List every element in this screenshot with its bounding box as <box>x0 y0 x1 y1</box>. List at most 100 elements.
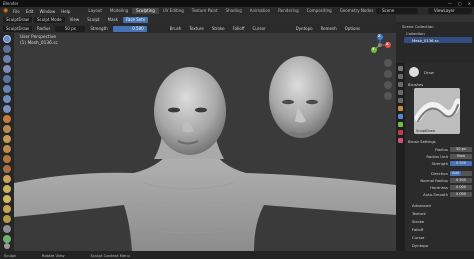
tab-modeling[interactable]: Modeling <box>106 8 132 14</box>
menu-face-sets[interactable]: Face Sets <box>122 16 148 23</box>
brush-name-field[interactable]: SculptDraw <box>3 25 32 32</box>
brush-selector[interactable]: SculptDraw <box>3 16 32 23</box>
brushes-section-header[interactable]: Brushes <box>408 82 423 87</box>
tool-tab-icon[interactable] <box>398 66 403 71</box>
tab-layout[interactable]: Layout <box>84 8 106 14</box>
strength-field[interactable]: 0.500 <box>112 25 147 32</box>
maximize-button[interactable]: ▢ <box>458 1 462 6</box>
collection-item[interactable]: Collection <box>406 31 425 36</box>
view-layer-selector[interactable]: ViewLayer <box>428 8 472 14</box>
draw-sharp-brush-icon[interactable] <box>3 45 11 53</box>
setting-auto-smooth-field[interactable]: 0.000 <box>450 192 472 197</box>
radius-field[interactable]: 50 px <box>55 25 86 32</box>
setting-label-direction: Direction <box>430 171 448 176</box>
dyntopo-toggle[interactable]: Dyntopo <box>293 26 316 32</box>
mask-brush-icon[interactable] <box>3 225 11 233</box>
setting-hardness-field[interactable]: 0.000 <box>450 185 472 190</box>
data-tab-icon[interactable] <box>398 122 403 127</box>
thumb-brush-icon[interactable] <box>3 215 11 223</box>
draw-brush-icon[interactable] <box>3 35 11 43</box>
setting-normal-radius-field[interactable]: 0.500 <box>450 178 472 183</box>
cursor-section-header[interactable]: Cursor <box>412 235 424 240</box>
pinch-brush-icon[interactable] <box>3 175 11 183</box>
mesh-object-item[interactable]: Mesh_0136.sc <box>412 38 439 43</box>
material-tab-icon[interactable] <box>398 130 403 135</box>
smooth-brush-icon[interactable] <box>3 125 11 133</box>
menu-stroke[interactable]: Stroke <box>209 26 228 32</box>
tab-sculpting[interactable]: Sculpting <box>132 8 159 14</box>
menu-texture[interactable]: Texture <box>186 26 207 32</box>
output-tab-icon[interactable] <box>398 82 403 87</box>
sculpt-scene <box>14 34 396 251</box>
scrape-brush-icon[interactable] <box>3 155 11 163</box>
perspective-button-icon[interactable] <box>384 92 392 100</box>
pan-button-icon[interactable] <box>384 70 392 78</box>
flatten-brush-icon[interactable] <box>3 135 11 143</box>
transform-icon[interactable] <box>4 243 10 249</box>
setting-strength-field[interactable]: 0.500 <box>450 161 472 166</box>
setting-label-radius-unit: Radius Unit <box>426 154 448 159</box>
view-layer-tab-icon[interactable] <box>398 90 403 95</box>
setting-direction-subtract[interactable] <box>461 171 472 176</box>
blender-logo-icon[interactable]: ◉ <box>3 8 10 14</box>
remesh-menu[interactable]: Remesh <box>318 26 340 32</box>
menu-edit[interactable]: Edit <box>26 9 34 14</box>
snake-hook-brush-icon[interactable] <box>3 205 11 213</box>
render-tab-icon[interactable] <box>398 74 403 79</box>
scene-selector[interactable]: Scene <box>376 8 418 14</box>
mode-selector[interactable]: Sculpt Mode <box>33 16 65 23</box>
falloff-section-header[interactable]: Falloff <box>412 227 423 232</box>
tab-rendering[interactable]: Rendering <box>274 8 302 14</box>
outliner-panel: Scene Collection Collection Mesh_0136.sc <box>396 15 474 63</box>
tab-geometry-nodes[interactable]: Geometry Nodes <box>336 8 378 14</box>
status-bar: Sculpt Rotate View Sculpt Context Menu <box>0 251 474 259</box>
setting-radius-unit-field[interactable]: View <box>450 154 472 159</box>
menu-view[interactable]: View <box>67 17 83 23</box>
gizmo-x-label: X <box>386 42 389 46</box>
object-tab-icon[interactable] <box>398 106 403 111</box>
close-button[interactable]: ✕ <box>468 1 471 6</box>
blob-brush-icon[interactable] <box>3 105 11 113</box>
tab-animation[interactable]: Animation <box>246 8 274 14</box>
clay-strips-brush-icon[interactable] <box>3 65 11 73</box>
menu-help[interactable]: Help <box>61 9 70 14</box>
advanced-section-header[interactable]: Advanced <box>412 203 431 208</box>
texture-section-header[interactable]: Texture <box>412 211 426 216</box>
tab-uv-editing[interactable]: UV Editing <box>159 8 188 14</box>
scene-tab-icon[interactable] <box>398 98 403 103</box>
clay-thumb-brush-icon[interactable] <box>3 75 11 83</box>
brush-thumbnail[interactable]: SculptDraw <box>414 88 460 134</box>
tab-texture-paint[interactable]: Texture Paint <box>188 8 222 14</box>
multiplane-scrape-brush-icon[interactable] <box>3 165 11 173</box>
camera-button-icon[interactable] <box>384 81 392 89</box>
elastic-deform-brush-icon[interactable] <box>3 195 11 203</box>
clay-brush-icon[interactable] <box>3 55 11 63</box>
tab-shading[interactable]: Shading <box>222 8 246 14</box>
texture-tab-icon[interactable] <box>398 138 403 143</box>
setting-direction-add[interactable]: Add <box>450 171 461 176</box>
scene-collection-item[interactable]: Scene Collection <box>402 24 434 29</box>
menu-falloff[interactable]: Falloff <box>230 26 248 32</box>
inflate-brush-icon[interactable] <box>3 95 11 103</box>
modifier-tab-icon[interactable] <box>398 114 403 119</box>
dyntopo-section-header[interactable]: Dyntopo <box>412 243 428 248</box>
menu-file[interactable]: File <box>13 9 20 14</box>
minimize-button[interactable]: — <box>448 1 452 6</box>
layer-brush-icon[interactable] <box>3 85 11 93</box>
menu-mask[interactable]: Mask <box>105 17 121 23</box>
setting-radius-field[interactable]: 50 px <box>450 147 472 152</box>
options-menu[interactable]: Options <box>342 26 363 32</box>
grab-brush-icon[interactable] <box>3 185 11 193</box>
brush-settings-section-header[interactable]: Brush Settings <box>408 139 436 144</box>
stroke-section-header[interactable]: Stroke <box>412 219 424 224</box>
menu-cursor[interactable]: Cursor <box>249 26 268 32</box>
menu-window[interactable]: Window <box>39 9 55 14</box>
tab-compositing[interactable]: Compositing <box>303 8 336 14</box>
fill-brush-icon[interactable] <box>3 145 11 153</box>
menu-brush[interactable]: Brush <box>167 26 185 32</box>
3d-viewport[interactable]: User Perspective (1) Mesh_0136.sc X Y Z <box>14 33 396 251</box>
crease-brush-icon[interactable] <box>3 115 11 123</box>
box-mask-icon[interactable] <box>3 235 11 243</box>
menu-sculpt[interactable]: Sculpt <box>84 17 103 23</box>
zoom-button-icon[interactable] <box>384 59 392 67</box>
